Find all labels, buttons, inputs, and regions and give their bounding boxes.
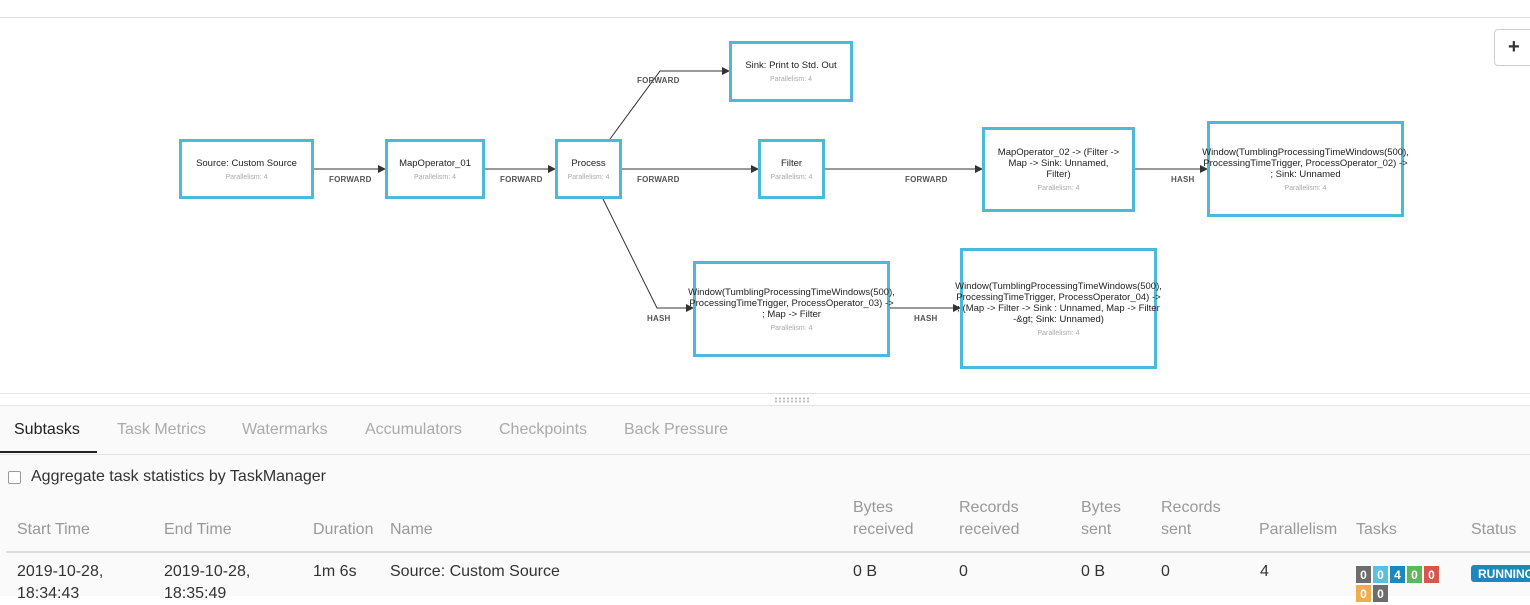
col-duration[interactable]: Duration [313,519,373,541]
node-sink-print[interactable]: Sink: Print to Std. Out Parallelism: 4 [729,41,853,102]
node-window03[interactable]: Window(TumblingProcessingTimeWindows(500… [688,261,895,357]
detail-panel: Subtasks Task Metrics Watermarks Accumul… [0,406,1530,602]
node-name: Sink: Print to Std. Out [745,60,837,71]
col-bytes-sent[interactable]: Bytes sent [1081,497,1121,541]
node-parallelism: Parallelism: 4 [1037,185,1080,192]
node-source[interactable]: Source: Custom Source Parallelism: 4 [179,139,314,199]
zoom-in-button[interactable]: + [1494,29,1530,66]
col-name[interactable]: Name [390,519,433,541]
node-window04[interactable]: Window(TumblingProcessingTimeWindows(500… [955,248,1162,369]
node-map01[interactable]: MapOperator_01 Parallelism: 4 [385,139,485,199]
edge-label: HASH [914,314,938,323]
aggregate-checkbox[interactable] [8,470,21,484]
cell-parallelism: 4 [1260,563,1269,580]
node-name: MapOperator_01 [399,157,471,169]
task-count-badge: 0 [1373,585,1388,602]
header-line: sent [1081,521,1112,538]
edge-label: HASH [1171,175,1195,184]
aggregate-option[interactable]: Aggregate task statistics by TaskManager [8,468,326,486]
node-parallelism: Parallelism: 4 [769,76,812,83]
col-end-time[interactable]: End Time [164,519,232,541]
cell-line: 18:34:43 [17,585,80,602]
tab-task-metrics[interactable]: Task Metrics [117,421,206,439]
tab-checkpoints[interactable]: Checkpoints [499,421,587,439]
node-filter[interactable]: Filter Parallelism: 4 [758,139,825,199]
node-parallelism: Parallelism: 4 [1284,184,1327,192]
col-start-time[interactable]: Start Time [17,519,90,541]
edge-label: FORWARD [905,175,948,184]
task-count-badge: 4 [1390,566,1405,583]
edge-label: HASH [647,314,671,323]
resize-handle[interactable] [774,397,810,403]
header-line: Records [1161,499,1221,516]
node-name: Window(TumblingProcessingTimeWindows(500… [955,280,1162,325]
status-badge: RUNNING [1471,565,1530,582]
cell-line: 18:35:49 [164,585,227,602]
header-line: received [853,521,914,538]
edge-label: FORWARD [329,175,372,184]
header-line: received [959,521,1020,538]
task-count-badge: 0 [1373,566,1388,583]
cell-line: 2019-10-28, [164,563,251,580]
header-line: Records [959,499,1019,516]
cell-start-time: 2019-10-28, 18:34:43 [17,561,103,605]
node-parallelism: Parallelism: 4 [413,173,456,181]
node-name: Process [571,157,606,169]
cell-records-sent: 0 [1161,563,1170,580]
header-line: Bytes [1081,499,1122,516]
node-window02[interactable]: Window(TumblingProcessingTimeWindows(500… [1202,121,1409,217]
node-parallelism: Parallelism: 4 [770,173,813,181]
task-count-badge: 0 [1407,566,1422,583]
cell-name: Source: Custom Source [390,563,560,580]
job-graph[interactable]: Source: Custom Source Parallelism: 4 Map… [0,18,1530,393]
col-tasks[interactable]: Tasks [1356,519,1397,541]
tab-bar: Subtasks Task Metrics Watermarks Accumul… [0,406,1530,455]
header-line: sent [1161,521,1192,538]
col-records-sent[interactable]: Records sent [1161,497,1221,541]
aggregate-label: Aggregate task statistics by TaskManager [31,468,326,485]
node-name: Filter [780,157,803,169]
edge-process-to-window03 [602,198,694,312]
tab-back-pressure[interactable]: Back Pressure [624,421,728,439]
edge-label: FORWARD [637,175,680,184]
cell-bytes-received: 0 B [853,563,878,580]
task-count-badge: 0 [1356,585,1371,602]
node-map02[interactable]: MapOperator_02 -> (Filter -> Map -> Sink… [982,127,1135,212]
task-count-badge: 0 [1424,566,1439,583]
edge-label: FORWARD [500,175,543,184]
tab-accumulators[interactable]: Accumulators [365,421,462,439]
col-records-received[interactable]: Records received [959,497,1019,541]
header-line: Bytes [853,499,894,516]
col-status[interactable]: Status [1471,519,1516,541]
cell-end-time: 2019-10-28, 18:35:49 [164,561,250,605]
col-parallelism[interactable]: Parallelism [1259,519,1337,541]
node-parallelism: Parallelism: 4 [225,173,268,181]
node-name: Window(TumblingProcessingTimeWindows(500… [688,286,895,320]
node-parallelism: Parallelism: 4 [1037,329,1080,337]
table-header-divider [6,551,1530,553]
tab-watermarks[interactable]: Watermarks [242,421,328,439]
edge-label: FORWARD [637,76,680,85]
node-name: Window(TumblingProcessingTimeWindows(500… [1202,146,1409,180]
task-count-badge: 0 [1356,566,1371,583]
node-parallelism: Parallelism: 4 [567,173,610,181]
cell-duration: 1m 6s [313,563,357,580]
node-name: Source: Custom Source [196,157,297,169]
divider [0,393,1530,394]
plus-icon: + [1508,36,1520,58]
tab-subtasks[interactable]: Subtasks [14,421,80,439]
col-bytes-received[interactable]: Bytes received [853,497,913,541]
cell-line: 2019-10-28, [17,563,104,580]
cell-records-received: 0 [959,563,968,580]
cell-bytes-sent: 0 B [1081,563,1106,580]
node-process[interactable]: Process Parallelism: 4 [555,139,622,199]
node-name: MapOperator_02 -> (Filter -> Map -> Sink… [997,147,1120,180]
node-parallelism: Parallelism: 4 [770,324,813,332]
active-tab-indicator [0,451,97,453]
